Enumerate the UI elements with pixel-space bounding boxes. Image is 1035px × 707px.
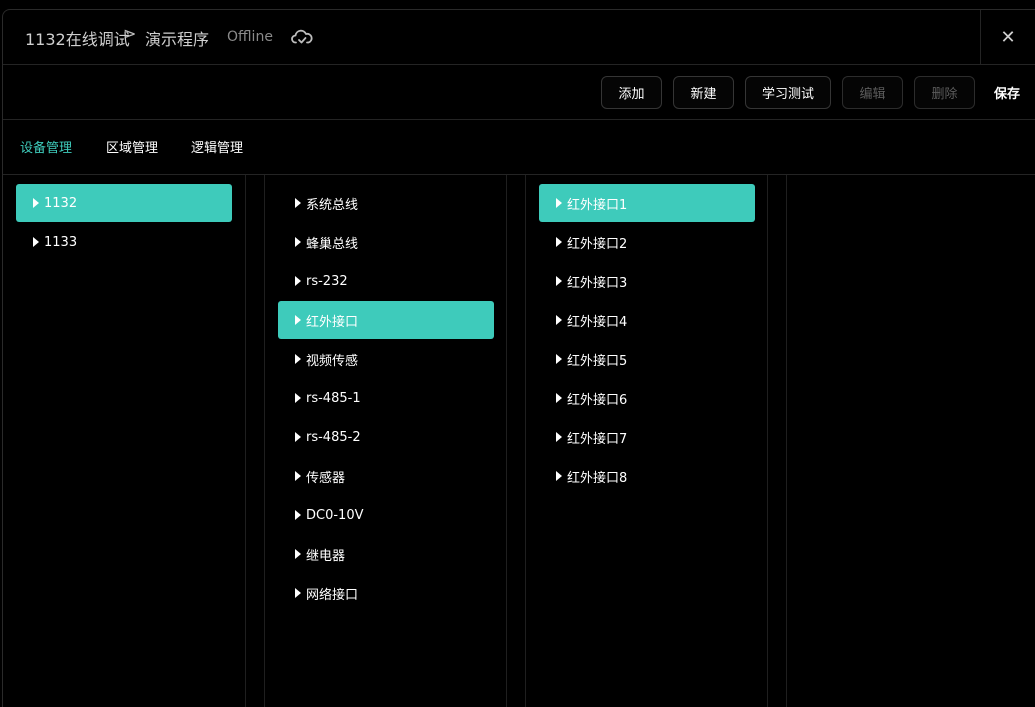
bus-item-label: 传感器: [306, 470, 346, 486]
title-bar: 1132在线调试 > 演示程序 Offline ✕: [3, 10, 1035, 65]
port-item-label: 红外接口1: [567, 197, 628, 213]
tab-device-management[interactable]: 设备管理: [20, 137, 72, 156]
connection-status: Offline: [227, 29, 273, 45]
port-item[interactable]: 红外接口4: [539, 301, 755, 339]
bus-item-label: rs-232: [306, 273, 348, 289]
debug-window: 1132在线调试 > 演示程序 Offline ✕ 添加 新建 学习测试 编辑 …: [2, 9, 1035, 707]
bus-item-label: 网络接口: [306, 587, 359, 603]
edit-button[interactable]: 编辑: [842, 76, 903, 109]
learn-test-button[interactable]: 学习测试: [745, 76, 831, 109]
bus-item-label: rs-485-2: [306, 429, 361, 445]
caret-right-icon: [295, 276, 301, 286]
caret-right-icon: [556, 315, 562, 325]
caret-right-icon: [556, 237, 562, 247]
port-item[interactable]: 红外接口3: [539, 262, 755, 300]
caret-right-icon: [556, 432, 562, 442]
detail-column: [786, 175, 1035, 707]
port-item[interactable]: 红外接口2: [539, 223, 755, 261]
tab-area-management[interactable]: 区域管理: [106, 137, 158, 156]
port-item-label: 红外接口7: [567, 431, 628, 447]
bus-item-label: 蜂巢总线: [306, 236, 359, 252]
device-item[interactable]: 1133: [16, 223, 232, 261]
cloud-sync-icon[interactable]: [291, 29, 313, 47]
caret-right-icon: [556, 471, 562, 481]
bus-item[interactable]: 系统总线: [278, 184, 494, 222]
port-item[interactable]: 红外接口1: [539, 184, 755, 222]
caret-right-icon: [295, 237, 301, 247]
device-item-label: 1133: [44, 234, 78, 250]
program-title: 演示程序: [145, 30, 210, 49]
tab-bar: 设备管理 区域管理 逻辑管理: [3, 120, 1035, 175]
caret-right-icon: [295, 549, 301, 559]
bus-item[interactable]: 继电器: [278, 535, 494, 573]
bus-item[interactable]: rs-485-1: [278, 379, 494, 417]
device-item-label: 1132: [44, 195, 78, 211]
bus-item[interactable]: rs-485-2: [278, 418, 494, 456]
port-item[interactable]: 红外接口6: [539, 379, 755, 417]
bus-item-label: 视频传感: [306, 353, 359, 369]
port-item-label: 红外接口5: [567, 353, 628, 369]
port-item-label: 红外接口6: [567, 392, 628, 408]
toolbar: 添加 新建 学习测试 编辑 删除 保存: [3, 65, 1035, 120]
save-button[interactable]: 保存: [987, 76, 1027, 109]
port-item[interactable]: 红外接口5: [539, 340, 755, 378]
tab-logic-management[interactable]: 逻辑管理: [191, 137, 243, 156]
caret-right-icon: [33, 237, 39, 247]
caret-right-icon: [295, 510, 301, 520]
bus-item[interactable]: 红外接口: [278, 301, 494, 339]
device-item[interactable]: 1132: [16, 184, 232, 222]
port-item-label: 红外接口4: [567, 314, 628, 330]
close-icon: ✕: [1000, 26, 1016, 48]
close-button[interactable]: ✕: [980, 10, 1035, 64]
bus-item[interactable]: DC0-10V: [278, 496, 494, 534]
caret-right-icon: [33, 198, 39, 208]
bus-item-label: rs-485-1: [306, 390, 361, 406]
add-button[interactable]: 添加: [601, 76, 662, 109]
bus-item[interactable]: rs-232: [278, 262, 494, 300]
caret-right-icon: [295, 393, 301, 403]
caret-right-icon: [556, 276, 562, 286]
bus-item[interactable]: 传感器: [278, 457, 494, 495]
delete-button[interactable]: 删除: [914, 76, 975, 109]
bus-item-label: DC0-10V: [306, 507, 364, 523]
device-list-column: 1132 1133: [3, 175, 246, 707]
caret-right-icon: [295, 588, 301, 598]
bus-item[interactable]: 蜂巢总线: [278, 223, 494, 261]
caret-right-icon: [295, 471, 301, 481]
caret-right-icon: [295, 315, 301, 325]
port-item-label: 红外接口8: [567, 470, 628, 486]
columns-area: 1132 1133 系统总线蜂巢总线 rs-232 红外接口视频传感 rs-485-1 r…: [3, 175, 1035, 707]
bus-item[interactable]: 网络接口: [278, 574, 494, 612]
bus-list-column: 系统总线蜂巢总线 rs-232 红外接口视频传感 rs-485-1 rs-485-2 传感…: [264, 175, 507, 707]
bus-item-label: 继电器: [306, 548, 346, 564]
caret-right-icon: [556, 198, 562, 208]
bus-item[interactable]: 视频传感: [278, 340, 494, 378]
new-button[interactable]: 新建: [673, 76, 734, 109]
bus-item-label: 红外接口: [306, 314, 359, 330]
caret-right-icon: [295, 432, 301, 442]
port-item[interactable]: 红外接口8: [539, 457, 755, 495]
port-item[interactable]: 红外接口7: [539, 418, 755, 456]
caret-right-icon: [295, 354, 301, 364]
bus-item-label: 系统总线: [306, 197, 359, 213]
breadcrumb-separator: >: [123, 24, 137, 43]
device-title: 1132在线调试: [25, 30, 130, 49]
port-item-label: 红外接口2: [567, 236, 628, 252]
caret-right-icon: [556, 354, 562, 364]
caret-right-icon: [556, 393, 562, 403]
port-list-column: 红外接口1 红外接口2 红外接口3 红外接口4 红外接口5 红外接口6 红外接口7 红外接口8: [525, 175, 768, 707]
caret-right-icon: [295, 198, 301, 208]
port-item-label: 红外接口3: [567, 275, 628, 291]
